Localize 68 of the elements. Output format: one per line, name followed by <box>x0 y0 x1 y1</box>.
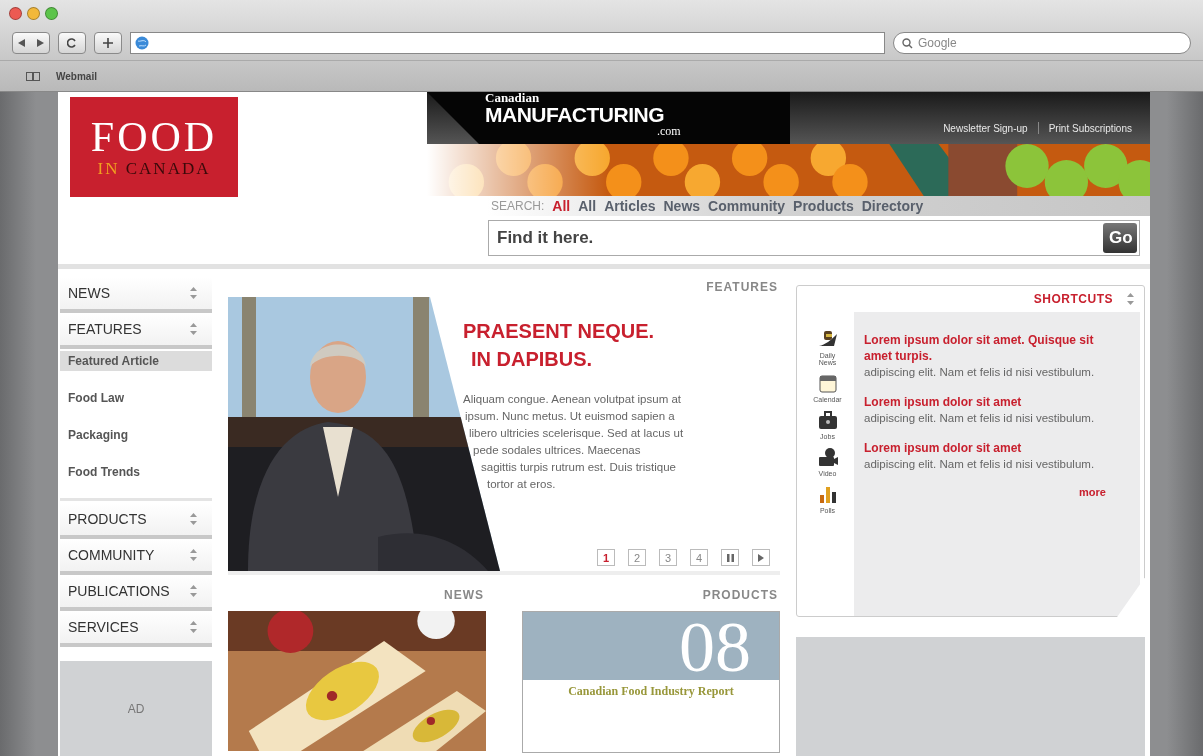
search-scope-link[interactable]: All <box>552 198 571 214</box>
next-button[interactable] <box>752 549 770 566</box>
site-logo[interactable]: FOOD IN CANADA <box>70 97 238 197</box>
address-field[interactable] <box>130 32 885 54</box>
search-label: SEARCH: <box>491 199 545 213</box>
report-cover[interactable]: 08 Canadian Food Industry Report <box>522 611 780 753</box>
sort-arrows-icon <box>1127 293 1134 305</box>
page-button[interactable]: 4 <box>690 549 708 566</box>
video-camera-icon <box>816 446 839 468</box>
sidebar-item[interactable]: Food Law <box>60 379 212 416</box>
shortcut-title[interactable]: Lorem ipsum dolor sit amet. Quisque sit amet turpis. <box>864 332 1106 364</box>
sort-arrows-icon <box>190 621 197 633</box>
sort-arrows-icon <box>190 549 197 561</box>
feature-summary: Aliquam congue. Aenean volutpat ipsum at ipsum. Nunc metus. Ut euismod sapien a libero ultricies scelerisque. Sed at lacus ut pede sodales ultrices. Maecenas sagittis turpis rutrum est. Duis tristique tortor at eros. <box>463 392 685 492</box>
feature-title[interactable]: PRAESENT NEQUE. IN DAPIBUS. <box>463 317 763 373</box>
search-scope-link[interactable]: Products <box>793 198 854 214</box>
search-scope-link[interactable]: Community <box>708 198 786 214</box>
shortcut-title[interactable]: Lorem ipsum dolor sit amet <box>864 440 1106 456</box>
shortcut-text: adipiscing elit. Nam et felis id nisi vestibulum. <box>864 365 1096 380</box>
shortcut-text: adipiscing elit. Nam et felis id nisi vestibulum. <box>864 457 1096 472</box>
search-scope-link[interactable]: Articles <box>604 198 656 214</box>
sidebar-item[interactable]: Featured Article <box>60 351 212 371</box>
play-icon <box>758 553 764 562</box>
search-scope-link[interactable]: All <box>578 198 597 214</box>
section-heading: FEATURES <box>705 279 779 296</box>
globe-icon <box>135 36 149 50</box>
calendar-icon <box>816 372 839 394</box>
site-search-field[interactable]: Find it here. Go <box>488 220 1140 256</box>
partner-logo[interactable]: Canadian MANUFACTURING .com <box>427 92 790 144</box>
shortcut-text: adipiscing elit. Nam et felis id nisi vestibulum. <box>864 411 1096 426</box>
briefcase-icon <box>816 409 839 431</box>
sort-arrows-icon <box>190 323 197 335</box>
go-button[interactable]: Go <box>1103 223 1137 253</box>
reload-icon <box>67 38 77 48</box>
sort-arrows-icon <box>190 513 197 525</box>
page-button[interactable]: 1 <box>597 549 615 566</box>
sidebar-item[interactable]: Packaging <box>60 416 212 453</box>
section-heading: PRODUCTS <box>701 587 779 604</box>
shortcut-title[interactable]: Lorem ipsum dolor sit amet <box>864 394 1106 410</box>
close-button[interactable] <box>9 6 22 20</box>
page-button[interactable]: 3 <box>659 549 677 566</box>
pause-icon <box>726 553 734 562</box>
sidebar-item[interactable]: Food Trends <box>60 453 212 490</box>
card-title: SHORTCUTS <box>1033 292 1113 306</box>
minimize-button[interactable] <box>27 6 40 20</box>
book-icon[interactable] <box>26 71 40 81</box>
sort-arrows-icon <box>190 585 197 597</box>
ad-label: AD <box>127 701 145 716</box>
more-link[interactable]: more <box>1079 486 1106 498</box>
pause-button[interactable] <box>721 549 739 566</box>
report-number: 08 <box>679 612 751 680</box>
search-scope-link[interactable]: News <box>663 198 701 214</box>
zoom-button[interactable] <box>45 6 58 20</box>
bookmark-link[interactable]: Webmail <box>56 70 97 82</box>
search-icon <box>902 37 915 49</box>
header-link[interactable]: Print Subscriptions <box>1048 122 1132 134</box>
back-forward-icon <box>18 39 44 47</box>
header-link[interactable]: Newsletter Sign-up <box>943 122 1028 134</box>
reload-button[interactable] <box>58 32 86 54</box>
report-title: Canadian Food Industry Report <box>567 684 735 699</box>
page-button[interactable]: 2 <box>628 549 646 566</box>
search-field[interactable]: Google <box>893 32 1191 54</box>
search-scope-link[interactable]: Directory <box>861 198 924 214</box>
plus-icon <box>103 38 113 48</box>
sort-arrows-icon <box>190 287 197 299</box>
add-bookmark-button[interactable] <box>94 32 122 54</box>
back-forward-button[interactable] <box>12 32 50 54</box>
section-heading: NEWS <box>443 587 485 604</box>
